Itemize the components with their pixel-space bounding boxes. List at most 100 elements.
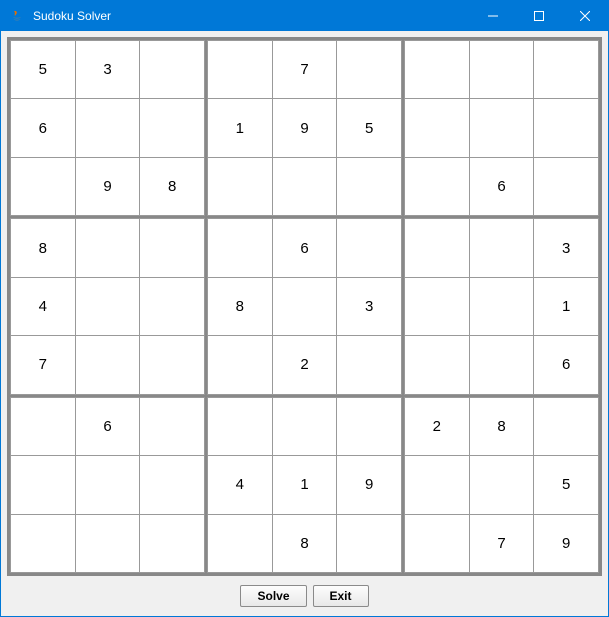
sudoku-cell[interactable] xyxy=(405,398,469,455)
sudoku-cell[interactable] xyxy=(273,456,337,513)
sudoku-cell[interactable] xyxy=(11,219,75,276)
sudoku-board xyxy=(7,37,602,576)
sudoku-cell[interactable] xyxy=(76,515,140,572)
sudoku-cell[interactable] xyxy=(534,278,598,335)
sudoku-cell[interactable] xyxy=(337,278,401,335)
sudoku-cell[interactable] xyxy=(534,158,598,215)
sudoku-cell[interactable] xyxy=(534,515,598,572)
close-button[interactable] xyxy=(562,1,608,31)
sudoku-cell[interactable] xyxy=(208,99,272,156)
sudoku-cell[interactable] xyxy=(140,336,204,393)
sudoku-cell[interactable] xyxy=(337,41,401,98)
sudoku-box xyxy=(10,40,205,216)
sudoku-cell[interactable] xyxy=(11,515,75,572)
sudoku-cell[interactable] xyxy=(470,515,534,572)
sudoku-cell[interactable] xyxy=(534,456,598,513)
sudoku-cell[interactable] xyxy=(534,398,598,455)
sudoku-cell[interactable] xyxy=(470,41,534,98)
sudoku-cell[interactable] xyxy=(11,99,75,156)
sudoku-cell[interactable] xyxy=(273,219,337,276)
sudoku-cell[interactable] xyxy=(76,456,140,513)
sudoku-cell[interactable] xyxy=(208,515,272,572)
sudoku-cell[interactable] xyxy=(273,158,337,215)
sudoku-cell[interactable] xyxy=(140,99,204,156)
sudoku-cell[interactable] xyxy=(405,336,469,393)
sudoku-cell[interactable] xyxy=(76,398,140,455)
sudoku-cell[interactable] xyxy=(534,336,598,393)
sudoku-cell[interactable] xyxy=(208,336,272,393)
sudoku-cell[interactable] xyxy=(470,336,534,393)
sudoku-cell[interactable] xyxy=(208,158,272,215)
sudoku-box xyxy=(10,397,205,573)
sudoku-cell[interactable] xyxy=(534,41,598,98)
sudoku-cell[interactable] xyxy=(405,219,469,276)
sudoku-cell[interactable] xyxy=(273,41,337,98)
sudoku-cell[interactable] xyxy=(405,456,469,513)
sudoku-cell[interactable] xyxy=(534,219,598,276)
sudoku-cell[interactable] xyxy=(337,158,401,215)
sudoku-cell[interactable] xyxy=(405,99,469,156)
sudoku-cell[interactable] xyxy=(534,99,598,156)
sudoku-cell[interactable] xyxy=(140,456,204,513)
sudoku-cell[interactable] xyxy=(76,219,140,276)
sudoku-cell[interactable] xyxy=(405,278,469,335)
sudoku-cell[interactable] xyxy=(208,456,272,513)
sudoku-cell[interactable] xyxy=(337,219,401,276)
sudoku-cell[interactable] xyxy=(273,99,337,156)
sudoku-cell[interactable] xyxy=(337,515,401,572)
sudoku-cell[interactable] xyxy=(11,456,75,513)
sudoku-cell[interactable] xyxy=(76,41,140,98)
sudoku-box xyxy=(404,397,599,573)
sudoku-cell[interactable] xyxy=(470,219,534,276)
titlebar: Sudoku Solver xyxy=(1,1,608,31)
content-area: Solve Exit xyxy=(1,31,608,616)
sudoku-cell[interactable] xyxy=(273,515,337,572)
solve-button[interactable]: Solve xyxy=(240,585,306,607)
sudoku-cell[interactable] xyxy=(208,278,272,335)
sudoku-cell[interactable] xyxy=(140,41,204,98)
minimize-button[interactable] xyxy=(470,1,516,31)
window-title: Sudoku Solver xyxy=(31,9,470,23)
sudoku-cell[interactable] xyxy=(337,456,401,513)
sudoku-cell[interactable] xyxy=(140,219,204,276)
sudoku-cell[interactable] xyxy=(208,398,272,455)
sudoku-cell[interactable] xyxy=(405,515,469,572)
sudoku-cell[interactable] xyxy=(140,515,204,572)
maximize-button[interactable] xyxy=(516,1,562,31)
sudoku-cell[interactable] xyxy=(337,336,401,393)
sudoku-cell[interactable] xyxy=(273,278,337,335)
exit-button[interactable]: Exit xyxy=(313,585,369,607)
sudoku-cell[interactable] xyxy=(337,398,401,455)
sudoku-box xyxy=(404,218,599,394)
sudoku-cell[interactable] xyxy=(405,158,469,215)
java-icon xyxy=(9,8,25,24)
sudoku-cell[interactable] xyxy=(208,41,272,98)
sudoku-cell[interactable] xyxy=(11,158,75,215)
sudoku-cell[interactable] xyxy=(11,398,75,455)
sudoku-cell[interactable] xyxy=(76,99,140,156)
sudoku-cell[interactable] xyxy=(76,336,140,393)
sudoku-cell[interactable] xyxy=(140,278,204,335)
sudoku-cell[interactable] xyxy=(76,278,140,335)
sudoku-cell[interactable] xyxy=(337,99,401,156)
button-row: Solve Exit xyxy=(7,576,602,610)
sudoku-cell[interactable] xyxy=(273,336,337,393)
sudoku-box xyxy=(207,397,402,573)
window-controls xyxy=(470,1,608,31)
sudoku-cell[interactable] xyxy=(140,398,204,455)
sudoku-cell[interactable] xyxy=(405,41,469,98)
sudoku-cell[interactable] xyxy=(470,99,534,156)
sudoku-cell[interactable] xyxy=(11,336,75,393)
sudoku-cell[interactable] xyxy=(76,158,140,215)
sudoku-cell[interactable] xyxy=(11,41,75,98)
sudoku-cell[interactable] xyxy=(11,278,75,335)
sudoku-cell[interactable] xyxy=(140,158,204,215)
sudoku-cell[interactable] xyxy=(470,456,534,513)
app-window: Sudoku Solver Solve Exit xyxy=(0,0,609,617)
sudoku-cell[interactable] xyxy=(470,158,534,215)
sudoku-cell[interactable] xyxy=(470,398,534,455)
sudoku-cell[interactable] xyxy=(273,398,337,455)
sudoku-box xyxy=(207,40,402,216)
sudoku-cell[interactable] xyxy=(208,219,272,276)
sudoku-cell[interactable] xyxy=(470,278,534,335)
